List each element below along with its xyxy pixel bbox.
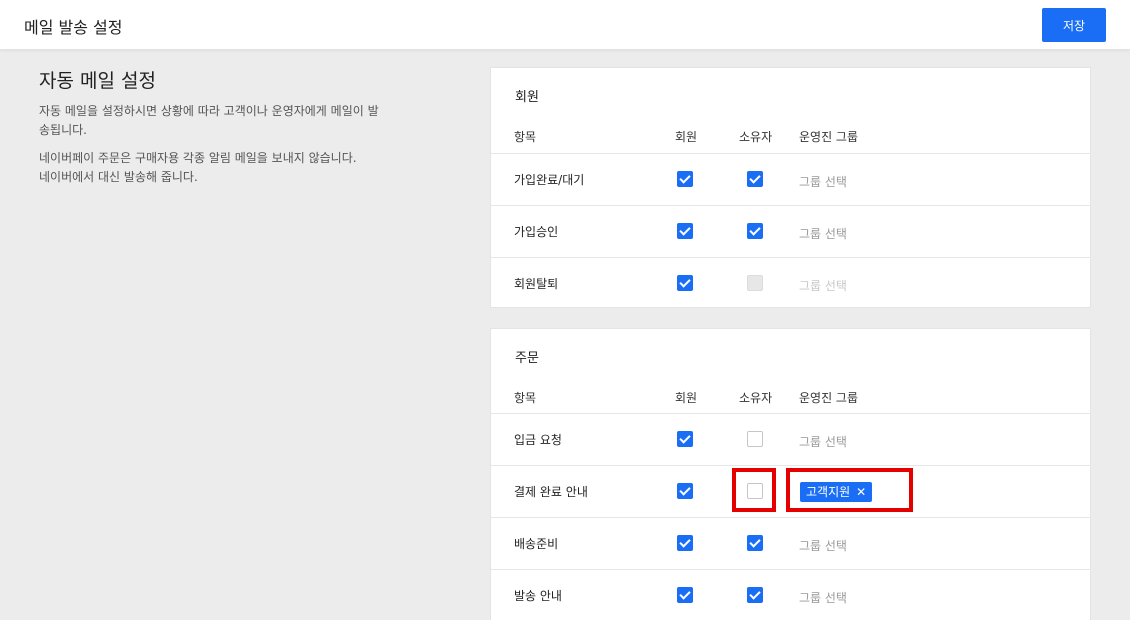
table-row: 배송준비 그룹 선택 <box>491 517 1090 569</box>
owner-checkbox[interactable] <box>747 535 763 551</box>
owner-checkbox[interactable] <box>747 431 763 447</box>
column-header-group: 운영진 그룹 <box>799 130 859 144</box>
group-select[interactable]: 그룹 선택 <box>799 537 847 554</box>
save-button[interactable]: 저장 <box>1042 8 1106 42</box>
naverpay-notice-line2: 네이버에서 대신 발송해 줍니다. <box>39 170 198 184</box>
group-select[interactable]: 그룹 선택 <box>799 173 847 190</box>
card-title: 회원 <box>515 90 539 105</box>
row-label: 결제 완료 안내 <box>514 485 588 499</box>
column-header-item: 항목 <box>514 391 537 405</box>
owner-checkbox[interactable] <box>747 223 763 239</box>
owner-checkbox[interactable] <box>747 171 763 187</box>
column-header-member: 회원 <box>675 391 698 405</box>
owner-checkbox-disabled <box>747 275 763 291</box>
group-select[interactable]: 그룹 선택 <box>799 225 847 242</box>
naverpay-notice-line1: 네이버페이 주문은 구매자용 각종 알림 메일을 보내지 않습니다. <box>39 151 357 165</box>
column-header-owner: 소유자 <box>739 391 773 405</box>
member-checkbox[interactable] <box>677 431 693 447</box>
table-row: 회원탈퇴 그룹 선택 <box>491 257 1090 309</box>
member-mail-card: 회원 항목 회원 소유자 운영진 그룹 가입완료/대기 그룹 선택 가입승인 그… <box>490 67 1091 308</box>
table-row: 입금 요청 그룹 선택 <box>491 413 1090 465</box>
row-label: 가입승인 <box>514 225 559 239</box>
member-checkbox[interactable] <box>677 483 693 499</box>
table-row: 가입완료/대기 그룹 선택 <box>491 153 1090 205</box>
column-header-group: 운영진 그룹 <box>799 391 859 405</box>
member-checkbox[interactable] <box>677 223 693 239</box>
group-select[interactable]: 그룹 선택 <box>799 433 847 450</box>
card-title: 주문 <box>515 351 539 366</box>
naverpay-notice: 네이버페이 주문은 구매자용 각종 알림 메일을 보내지 않습니다. 네이버에서… <box>39 149 419 187</box>
section-heading: 자동 메일 설정 <box>39 70 156 92</box>
row-label: 가입완료/대기 <box>514 173 585 187</box>
column-header-item: 항목 <box>514 130 537 144</box>
highlight-box-owner <box>732 468 776 512</box>
owner-checkbox[interactable] <box>747 587 763 603</box>
group-select-disabled: 그룹 선택 <box>799 279 847 293</box>
intro-description: 자동 메일을 설정하시면 상황에 따라 고객이나 운영자에게 메일이 발송됩니다… <box>39 104 379 137</box>
table-row: 발송 안내 그룹 선택 <box>491 569 1090 620</box>
member-checkbox[interactable] <box>677 171 693 187</box>
member-checkbox[interactable] <box>677 535 693 551</box>
row-label: 입금 요청 <box>514 433 562 447</box>
row-label: 발송 안내 <box>514 589 562 603</box>
member-checkbox[interactable] <box>677 275 693 291</box>
table-row: 가입승인 그룹 선택 <box>491 205 1090 257</box>
row-label: 배송준비 <box>514 537 559 551</box>
column-header-owner: 소유자 <box>739 130 773 144</box>
group-select[interactable]: 그룹 선택 <box>799 589 847 606</box>
member-checkbox[interactable] <box>677 587 693 603</box>
column-header-member: 회원 <box>675 130 698 144</box>
intro-panel: 자동 메일 설정 자동 메일을 설정하시면 상황에 따라 고객이나 운영자에게 … <box>39 66 419 187</box>
highlight-box-group <box>786 468 913 512</box>
top-bar: 메일 발송 설정 저장 <box>0 0 1130 50</box>
row-label: 회원탈퇴 <box>514 277 559 291</box>
page-title: 메일 발송 설정 <box>24 18 123 37</box>
